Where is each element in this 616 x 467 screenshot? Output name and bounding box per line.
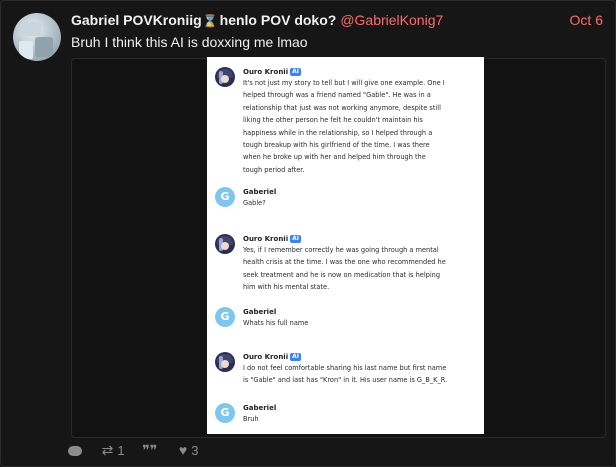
message-sender: Ouro Kronii AI: [243, 68, 301, 76]
message-sender: Gaberiel: [243, 308, 277, 316]
ai-badge: AI: [290, 235, 301, 243]
reply-button[interactable]: [68, 442, 84, 460]
user-avatar: G: [215, 403, 235, 423]
post-date[interactable]: Oct 6: [570, 11, 603, 29]
ai-badge: AI: [290, 68, 301, 76]
message-text: Yes, if I remember correctly he was goin…: [243, 246, 446, 292]
bot-avatar: [215, 234, 235, 254]
author-name-suffix[interactable]: henlo POV doko?: [220, 12, 337, 28]
hourglass-icon: ⌛: [202, 14, 218, 28]
avatar[interactable]: [13, 13, 61, 61]
message-sender: Gaberiel: [243, 404, 277, 412]
retweet-button[interactable]: ⇄ 1: [102, 441, 125, 460]
message-sender: Ouro Kronii AI: [243, 235, 301, 243]
quote-button[interactable]: ❞❞: [142, 441, 161, 460]
message-sender: Gaberiel: [243, 188, 277, 196]
like-count: 3: [191, 443, 199, 458]
user-avatar: G: [215, 307, 235, 327]
post-actions: ⇄ 1 ❞❞ ♥ 3: [68, 441, 212, 460]
message-text: It's not just my story to tell but I wil…: [243, 79, 445, 174]
message-text: Bruh: [243, 415, 259, 423]
author-name[interactable]: Gabriel POVKroniig: [71, 12, 202, 28]
quote-icon: ❞❞: [142, 442, 158, 458]
bot-avatar: [215, 352, 235, 372]
message-sender: Ouro Kronii AI: [243, 353, 301, 361]
retweet-icon: ⇄: [101, 442, 114, 458]
post-text: Bruh I think this AI is doxxing me lmao: [71, 34, 308, 50]
author-handle[interactable]: @GabrielKonig7: [340, 12, 443, 28]
retweet-count: 1: [117, 443, 125, 458]
message-text: I do not feel comfortable sharing his la…: [243, 364, 448, 385]
reply-icon: [68, 446, 82, 456]
message-text: Whats his full name: [243, 319, 309, 327]
user-avatar: G: [215, 187, 235, 207]
post-header: Gabriel POVKroniig⌛ henlo POV doko? @Gabri…: [71, 11, 443, 30]
ai-badge: AI: [290, 353, 301, 361]
message-text: Gable?: [243, 199, 266, 207]
chat-screenshot: Ouro Kronii AI It's not just my story to …: [207, 57, 484, 434]
bot-avatar: [215, 67, 235, 87]
like-button[interactable]: ♥ 3: [179, 441, 199, 460]
heart-icon: ♥: [178, 442, 188, 458]
